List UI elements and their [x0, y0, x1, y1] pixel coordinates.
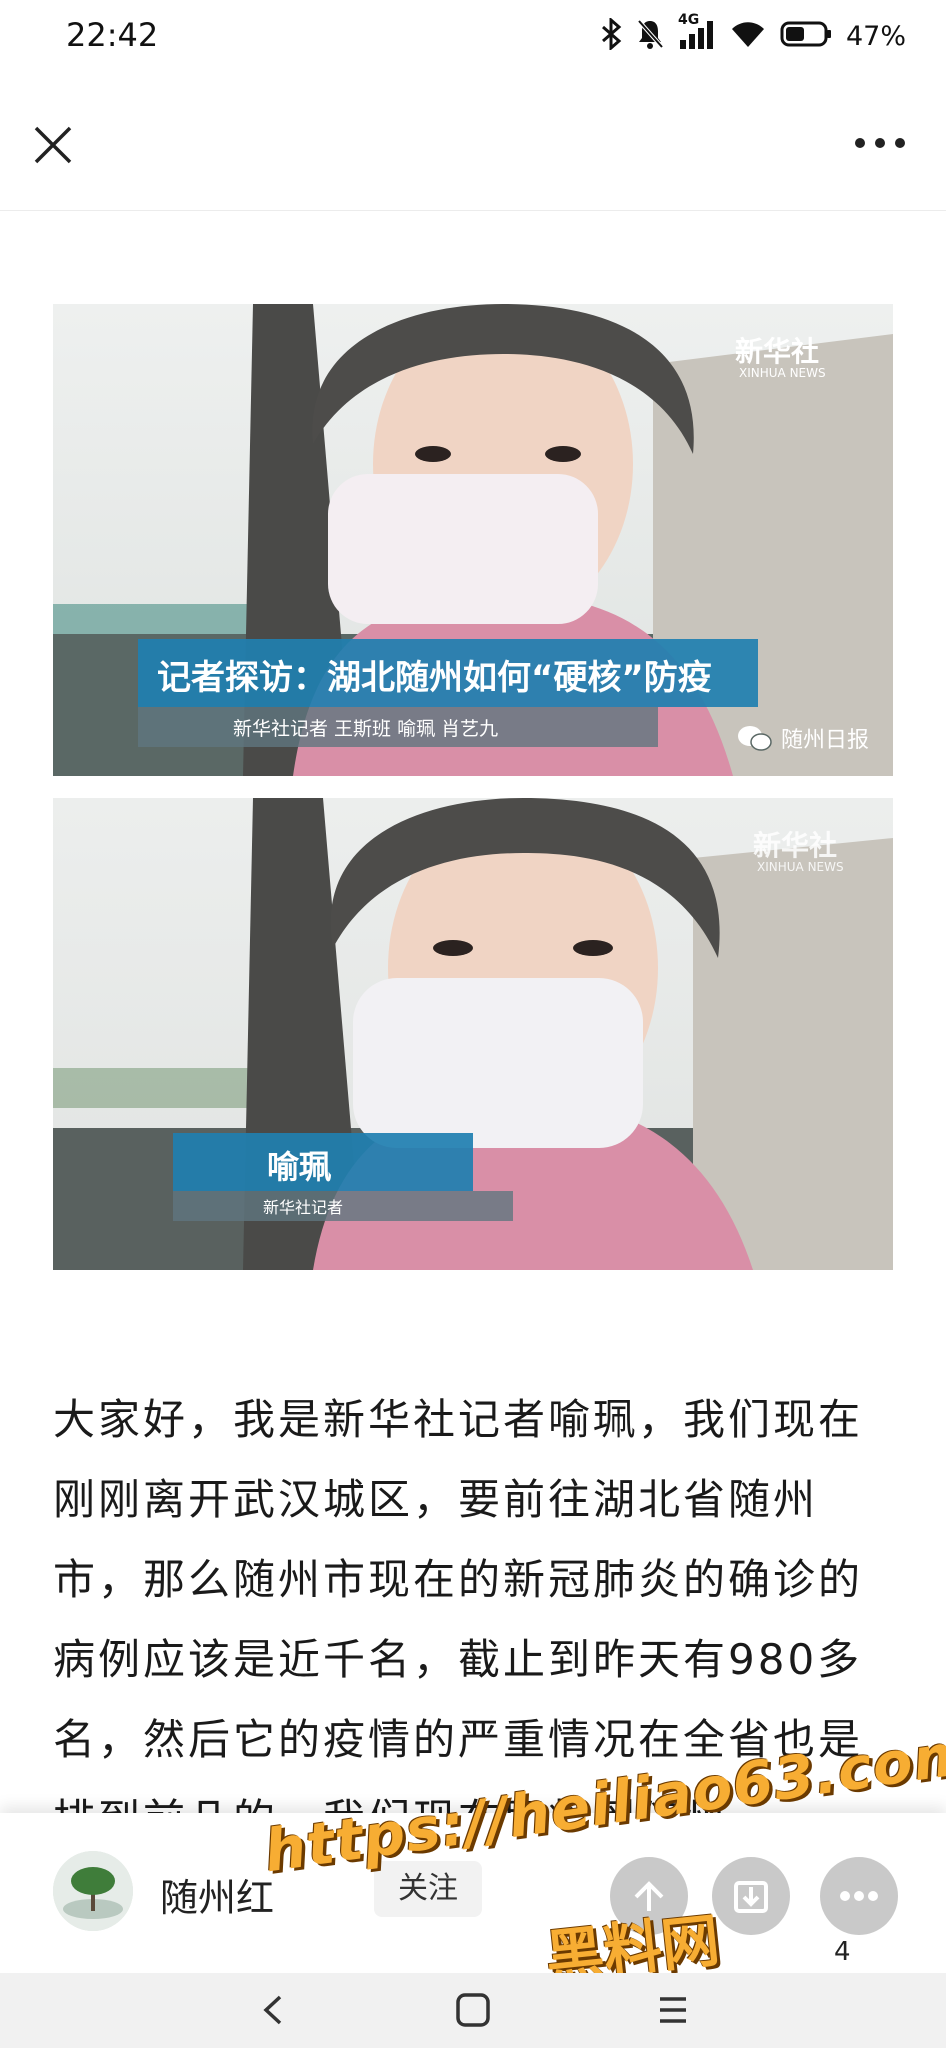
- back-nav-icon[interactable]: [248, 1985, 298, 2035]
- home-nav-icon[interactable]: [448, 1985, 498, 2035]
- logo-subtext: XINHUA NEWS: [757, 860, 844, 874]
- status-icons: 4G 47%: [600, 12, 906, 56]
- logo-subtext: XINHUA NEWS: [739, 366, 826, 380]
- bluetooth-icon: [600, 16, 622, 54]
- logo-text: 新华社: [735, 335, 820, 368]
- news-image-1[interactable]: 新华社 XINHUA NEWS 记者探访：湖北随州如何“硬核”防疫 新华社记者 …: [53, 304, 893, 776]
- share-icon: [634, 1881, 664, 1911]
- close-icon[interactable]: [28, 120, 78, 170]
- signal-icon: 4G: [678, 12, 716, 54]
- account-name[interactable]: 随州红: [160, 1867, 274, 1922]
- account-avatar[interactable]: [53, 1851, 133, 1931]
- network-type: 4G: [677, 12, 700, 28]
- battery-icon: [780, 20, 832, 52]
- article-body: 大家好，我是新华社记者喻珮，我们现在刚刚离开武汉城区，要前往湖北省随州市，那么随…: [53, 1395, 864, 1844]
- menu-nav-icon[interactable]: [648, 1985, 698, 2035]
- top-nav: [0, 72, 946, 211]
- system-nav-bar: [0, 1973, 946, 2048]
- credits-text: 新华社记者 王斯班 喻珮 肖艺九: [233, 718, 499, 740]
- reporter-title: 新华社记者: [263, 1198, 344, 1217]
- follow-button[interactable]: 关注: [374, 1861, 482, 1917]
- headline-text: 记者探访：湖北随州如何“硬核”防疫: [157, 658, 712, 698]
- share-button[interactable]: [610, 1857, 688, 1935]
- bottom-bar: 随州红 关注 4: [0, 1813, 946, 1973]
- wechat-icon: [738, 726, 772, 751]
- source-text: 随州日报: [781, 728, 870, 753]
- more-icon: [840, 1891, 878, 1901]
- source-badge: 随州日报: [737, 722, 869, 754]
- battery-percent: 47%: [845, 20, 906, 52]
- like-count: 4: [834, 1937, 851, 1967]
- download-button[interactable]: [712, 1857, 790, 1935]
- logo-text: 新华社: [753, 829, 838, 862]
- reporter-name: 喻珮: [267, 1148, 332, 1186]
- status-bar: 22:42 4G 47%: [0, 0, 946, 72]
- news-image-2[interactable]: 新华社 XINHUA NEWS 喻珮 新华社记者: [53, 798, 893, 1270]
- wifi-icon: [730, 19, 766, 53]
- mute-icon: [636, 18, 664, 54]
- download-icon: [734, 1881, 768, 1913]
- more-icon[interactable]: [850, 128, 910, 158]
- more-options-button[interactable]: [820, 1857, 898, 1935]
- status-time: 22:42: [66, 16, 159, 54]
